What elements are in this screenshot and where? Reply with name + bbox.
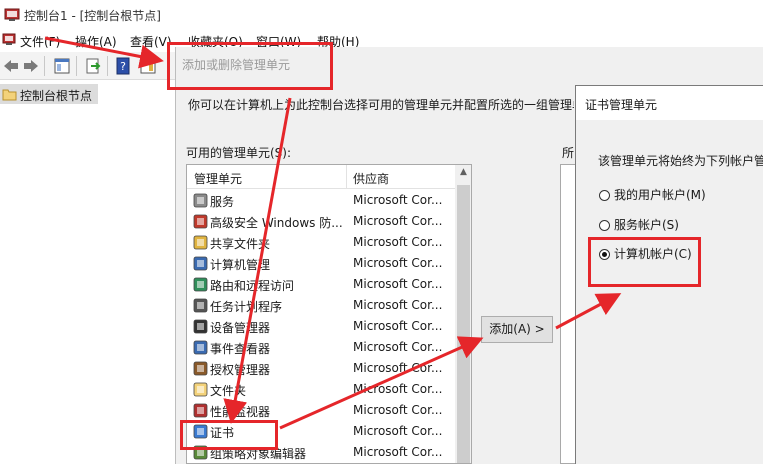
snapin-vendor: Microsoft Cor...	[353, 403, 443, 417]
routing-globe-icon	[193, 277, 208, 292]
title-bar: 控制台1 - [控制台根节点]	[0, 0, 763, 30]
tree-node-label: 控制台根节点	[20, 89, 93, 103]
snapin-vendor: Microsoft Cor...	[353, 214, 443, 228]
clock-icon	[193, 298, 208, 313]
selected-snapins-list[interactable]	[560, 164, 576, 464]
annotation-box-dialog-title	[167, 42, 333, 90]
list-item[interactable]: 授权管理器 Microsoft Cor...	[187, 358, 455, 379]
list-item[interactable]: 服务 Microsoft Cor...	[187, 190, 455, 211]
back-arrow-icon[interactable]	[2, 57, 20, 75]
scrollbar-thumb[interactable]	[457, 185, 470, 463]
list-item[interactable]: 路由和远程访问 Microsoft Cor...	[187, 274, 455, 295]
folder-icon	[2, 89, 17, 101]
cert-dialog-description: 该管理单元将始终为下列帐户管理证书:	[598, 154, 763, 168]
snapin-name: 授权管理器	[210, 363, 271, 377]
services-gear-icon	[193, 193, 208, 208]
mmc-console-icon	[4, 8, 20, 21]
add-button[interactable]: 添加(A) >	[481, 316, 553, 343]
available-snapins-list[interactable]: 管理单元 供应商 服务 Microsoft Cor... 高级安全 Windows …	[186, 164, 472, 464]
folder-icon	[193, 382, 208, 397]
window-title: 控制台1 - [控制台根节点]	[24, 9, 161, 23]
radio-button-unchecked[interactable]	[599, 220, 610, 231]
radio-label: 服务帐户(S)	[614, 218, 679, 232]
column-header-vendor[interactable]: 供应商	[353, 170, 389, 187]
snapin-vendor: Microsoft Cor...	[353, 193, 443, 207]
show-hide-tree-icon[interactable]	[53, 57, 71, 75]
snapin-name: 设备管理器	[210, 321, 271, 335]
annotation-box-computer-account	[588, 237, 701, 287]
snapin-vendor: Microsoft Cor...	[353, 340, 443, 354]
svg-text:?: ?	[120, 60, 126, 73]
snapin-vendor: Microsoft Cor...	[353, 424, 443, 438]
toolbar-separator	[76, 56, 77, 76]
list-item[interactable]: 计算机管理 Microsoft Cor...	[187, 253, 455, 274]
scroll-up-arrow-icon[interactable]: ▲	[455, 167, 471, 183]
snapin-name: 共享文件夹	[210, 237, 271, 251]
cert-dialog-title: 证书管理单元	[585, 98, 658, 112]
snapin-vendor: Microsoft Cor...	[353, 256, 443, 270]
column-divider[interactable]	[346, 165, 347, 189]
radio-service-account[interactable]: 服务帐户(S)	[599, 216, 679, 233]
snapin-name: 高级安全 Windows 防...	[210, 216, 343, 230]
radio-label: 我的用户帐户(M)	[614, 188, 706, 202]
console-menu-icon[interactable]	[2, 33, 16, 47]
radio-button-unchecked[interactable]	[599, 190, 610, 201]
export-list-icon[interactable]	[84, 57, 102, 75]
column-header-snapin[interactable]: 管理单元	[194, 170, 242, 187]
toolbar-separator	[44, 56, 45, 76]
list-item[interactable]: 任务计划程序 Microsoft Cor...	[187, 295, 455, 316]
list-item[interactable]: 高级安全 Windows 防... Microsoft Cor...	[187, 211, 455, 232]
shared-folder-icon	[193, 235, 208, 250]
snapin-name: 事件查看器	[210, 342, 271, 356]
snapin-name: 文件夹	[210, 384, 247, 398]
snapin-name: 服务	[210, 195, 235, 209]
snapin-name: 任务计划程序	[210, 300, 283, 314]
device-manager-icon	[193, 319, 208, 334]
cert-dialog-body	[576, 120, 763, 464]
menu-view[interactable]: 查看(V)	[130, 33, 172, 50]
snapin-vendor: Microsoft Cor...	[353, 382, 443, 396]
list-item[interactable]: 文件夹 Microsoft Cor...	[187, 379, 455, 400]
radio-my-user-account[interactable]: 我的用户帐户(M)	[599, 186, 706, 203]
snapin-name: 计算机管理	[210, 258, 271, 272]
event-viewer-icon	[193, 340, 208, 355]
list-header: 管理单元 供应商	[187, 165, 455, 189]
snapin-vendor: Microsoft Cor...	[353, 319, 443, 333]
authorization-icon	[193, 361, 208, 376]
forward-arrow-icon[interactable]	[22, 57, 40, 75]
snapin-vendor: Microsoft Cor...	[353, 298, 443, 312]
dialog-description: 你可以在计算机上为此控制台选择可用的管理单元并配置所选的一组管理单元。	[188, 98, 574, 112]
available-snapins-label: 可用的管理单元(S):	[186, 146, 292, 160]
console-tree: 控制台根节点	[0, 80, 175, 464]
computer-management-icon	[193, 256, 208, 271]
snapin-name: 路由和远程访问	[210, 279, 295, 293]
menu-file[interactable]: 文件(F)	[20, 33, 60, 50]
snapin-vendor: Microsoft Cor...	[353, 235, 443, 249]
toolbar: ?	[0, 52, 175, 80]
tree-node-console-root[interactable]: 控制台根节点	[0, 84, 98, 104]
toolbar-separator	[107, 56, 108, 76]
help-icon[interactable]: ?	[115, 57, 133, 75]
list-item[interactable]: 共享文件夹 Microsoft Cor...	[187, 232, 455, 253]
list-item[interactable]: 事件查看器 Microsoft Cor...	[187, 337, 455, 358]
firewall-icon	[193, 214, 208, 229]
list-item[interactable]: 设备管理器 Microsoft Cor...	[187, 316, 455, 337]
menu-action[interactable]: 操作(A)	[75, 33, 117, 50]
performance-monitor-icon	[193, 403, 208, 418]
snapin-name: 性能监视器	[210, 405, 271, 419]
selected-snapins-label: 所	[562, 146, 575, 160]
list-item[interactable]: 性能监视器 Microsoft Cor...	[187, 400, 455, 421]
snapin-vendor: Microsoft Cor...	[353, 361, 443, 375]
show-action-pane-icon[interactable]	[139, 57, 157, 75]
snapin-vendor: Microsoft Cor...	[353, 277, 443, 291]
snapin-vendor: Microsoft Cor...	[353, 445, 443, 459]
annotation-box-certificates	[180, 420, 278, 450]
